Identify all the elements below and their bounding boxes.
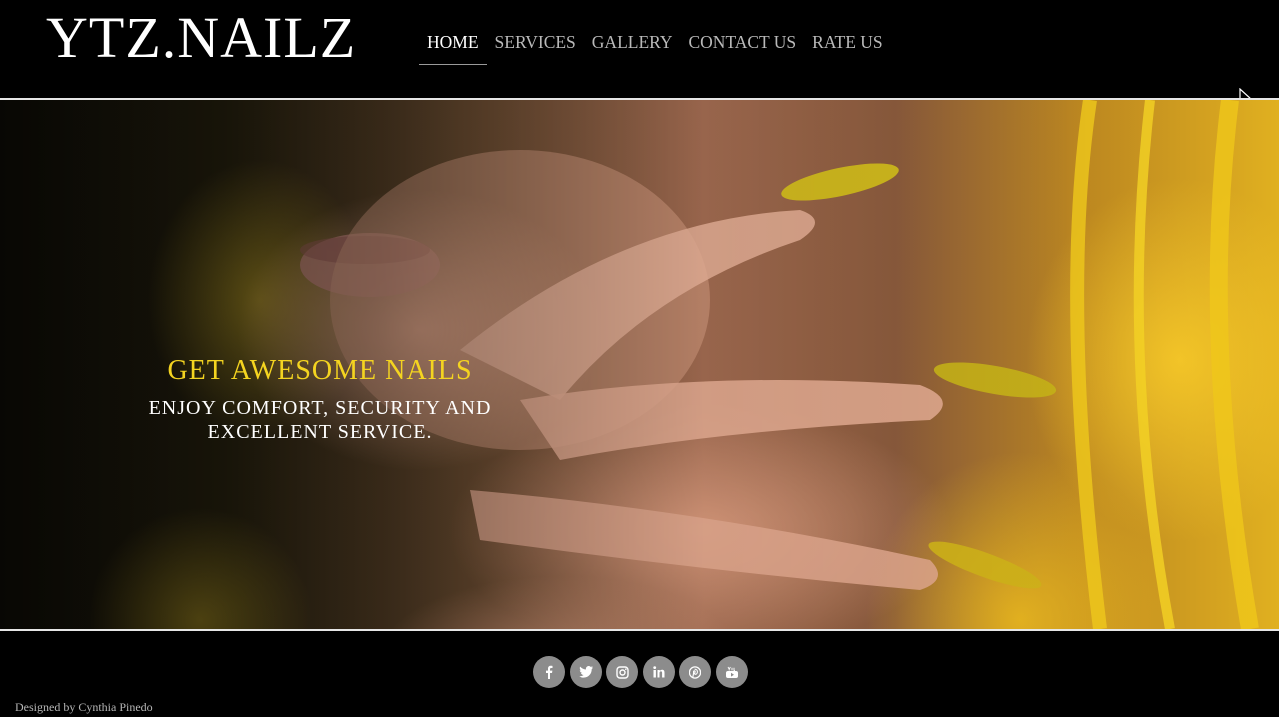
- nav-gallery[interactable]: GALLERY: [584, 28, 681, 64]
- twitter-icon[interactable]: [569, 656, 602, 688]
- hero-title: GET AWESOME NAILS: [167, 355, 473, 386]
- nav-contact-us[interactable]: CONTACT US: [681, 28, 805, 64]
- social-links: [533, 656, 748, 688]
- pinterest-icon[interactable]: [679, 656, 711, 688]
- hero-banner: GET AWESOME NAILS ENJOY COMFORT, SECURIT…: [0, 100, 1279, 629]
- linkedin-icon[interactable]: [642, 656, 675, 688]
- nav-home[interactable]: HOME: [419, 28, 487, 65]
- site-header: YTZ.NAILZ HOME SERVICES GALLERY CONTACT …: [0, 0, 1279, 108]
- site-logo[interactable]: YTZ.NAILZ: [46, 6, 356, 70]
- nav-rate-us[interactable]: RATE US: [804, 28, 891, 64]
- main-nav: HOME SERVICES GALLERY CONTACT US RATE US: [419, 28, 891, 65]
- designer-credit: Designed by Cynthia Pinedo: [15, 700, 153, 714]
- youtube-icon[interactable]: [715, 656, 748, 688]
- hero-subtitle: ENJOY COMFORT, SECURITY AND EXCELLENT SE…: [148, 397, 492, 443]
- instagram-icon[interactable]: [606, 656, 638, 688]
- nav-services[interactable]: SERVICES: [487, 28, 584, 64]
- hero-bottom-divider: [0, 629, 1279, 631]
- page: YTZ.NAILZ HOME SERVICES GALLERY CONTACT …: [0, 0, 1279, 717]
- facebook-icon[interactable]: [533, 656, 565, 688]
